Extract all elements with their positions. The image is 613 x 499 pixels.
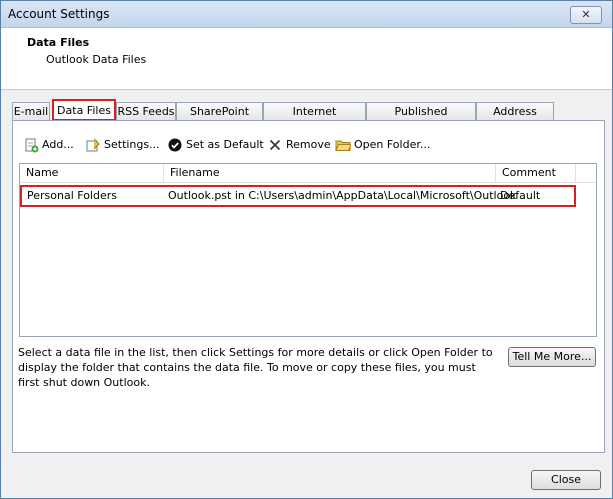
- tab-sharepoint-lists[interactable]: SharePoint Lists: [176, 102, 263, 136]
- tab-e-mail[interactable]: E-mail: [12, 102, 50, 120]
- folder-icon: [335, 137, 351, 153]
- data-files-list[interactable]: Name Filename Comment Personal Folders O…: [19, 163, 597, 337]
- data-files-panel: Add... Settings... Set as Default Remove: [12, 120, 605, 453]
- settings-label: Settings...: [104, 138, 160, 151]
- close-window-icon[interactable]: ✕: [570, 6, 602, 24]
- close-button[interactable]: Close: [531, 470, 601, 490]
- column-header-comment[interactable]: Comment: [496, 164, 576, 182]
- tab-address-books[interactable]: Address Books: [476, 102, 554, 136]
- page-title: Data Files: [27, 36, 90, 49]
- add-button[interactable]: Add...: [23, 135, 74, 155]
- table-row[interactable]: Personal Folders Outlook.pst in C:\Users…: [20, 185, 576, 207]
- settings-button[interactable]: Settings...: [85, 135, 160, 155]
- remove-x-icon: [267, 137, 283, 153]
- remove-button[interactable]: Remove: [267, 135, 331, 155]
- open-folder-label: Open Folder...: [354, 138, 431, 151]
- set-as-default-button[interactable]: Set as Default: [167, 135, 264, 155]
- title-bar: Account Settings ✕: [1, 1, 612, 28]
- row-comment: Default: [500, 189, 541, 202]
- window-title: Account Settings: [8, 7, 110, 21]
- page-header: Data Files Outlook Data Files: [1, 28, 612, 90]
- page-subtitle: Outlook Data Files: [46, 53, 147, 66]
- row-filename: Outlook.pst in C:\Users\admin\AppData\Lo…: [168, 189, 517, 202]
- row-name: Personal Folders: [27, 189, 117, 202]
- column-header-filename[interactable]: Filename: [164, 164, 496, 182]
- open-folder-button[interactable]: Open Folder...: [335, 135, 430, 155]
- tell-me-more-button[interactable]: Tell Me More...: [508, 347, 596, 367]
- remove-label: Remove: [286, 138, 331, 151]
- account-settings-window: Account Settings ✕ Data Files Outlook Da…: [0, 0, 613, 499]
- add-file-icon: [23, 137, 39, 153]
- settings-icon: [85, 137, 101, 153]
- list-header: Name Filename Comment: [20, 164, 596, 183]
- set-as-default-label: Set as Default: [186, 138, 264, 151]
- tab-data-files[interactable]: Data Files: [52, 99, 116, 121]
- tab-published-calendars[interactable]: Published Calendars: [366, 102, 476, 136]
- checkmark-circle-icon: [167, 137, 183, 153]
- column-header-name[interactable]: Name: [20, 164, 164, 182]
- info-text: Select a data file in the list, then cli…: [18, 346, 493, 389]
- tab-rss-feeds[interactable]: RSS Feeds: [116, 102, 176, 120]
- tab-internet-calendars[interactable]: Internet Calendars: [263, 102, 366, 136]
- add-label: Add...: [42, 138, 74, 151]
